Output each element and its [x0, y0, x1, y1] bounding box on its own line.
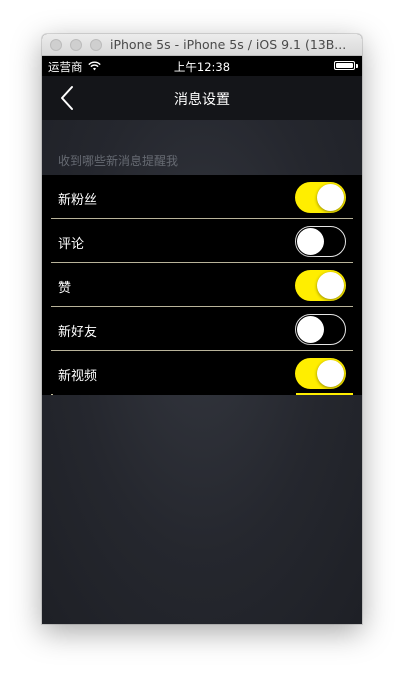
toggle-knob	[297, 227, 324, 255]
window-title: iPhone 5s - iPhone 5s / iOS 9.1 (13B...	[110, 37, 347, 52]
zoom-window-button[interactable]	[90, 39, 102, 51]
setting-row-comments: 评论	[42, 219, 362, 263]
settings-list: 新粉丝 评论 赞 新好友 新视频	[42, 175, 362, 395]
setting-row-new-friends: 新好友	[42, 307, 362, 351]
setting-row-new-fans: 新粉丝	[42, 175, 362, 219]
toggle-knob	[317, 184, 344, 211]
row-divider	[51, 394, 53, 395]
setting-label: 新粉丝	[58, 193, 98, 208]
setting-label: 评论	[58, 237, 85, 252]
setting-row-new-videos: 新视频	[42, 351, 362, 395]
battery-tip	[356, 64, 358, 68]
toggle-new-fans[interactable]	[295, 182, 346, 213]
toggle-new-friends[interactable]	[295, 314, 346, 345]
section-header: 收到哪些新消息提醒我	[58, 154, 179, 168]
toggle-knob	[317, 272, 344, 299]
simulator-window: iPhone 5s - iPhone 5s / iOS 9.1 (13B... …	[42, 34, 362, 624]
status-time: 上午12:38	[173, 60, 231, 74]
toggle-knob	[317, 360, 344, 387]
row-accent-line	[296, 393, 353, 395]
minimize-window-button[interactable]	[70, 39, 82, 51]
window-titlebar: iPhone 5s - iPhone 5s / iOS 9.1 (13B...	[42, 34, 362, 56]
setting-label: 赞	[58, 281, 72, 296]
toggle-comments[interactable]	[295, 226, 346, 257]
device-screen: 运营商 上午12:38 消息设置 收到哪些新消息提醒我 新粉丝 评论 赞 新好友…	[42, 56, 362, 624]
toggle-new-videos[interactable]	[295, 358, 346, 389]
setting-label: 新视频	[58, 369, 98, 384]
page-title: 消息设置	[174, 92, 230, 108]
stage: iPhone 5s - iPhone 5s / iOS 9.1 (13B... …	[0, 0, 404, 674]
toggle-likes[interactable]	[295, 270, 346, 301]
toggle-knob	[297, 315, 324, 343]
status-bar: 运营商 上午12:38	[42, 56, 362, 76]
navigation-bar: 消息设置	[42, 76, 362, 120]
close-window-button[interactable]	[50, 39, 62, 51]
setting-row-likes: 赞	[42, 263, 362, 307]
setting-label: 新好友	[58, 325, 98, 340]
battery-icon	[334, 61, 355, 70]
